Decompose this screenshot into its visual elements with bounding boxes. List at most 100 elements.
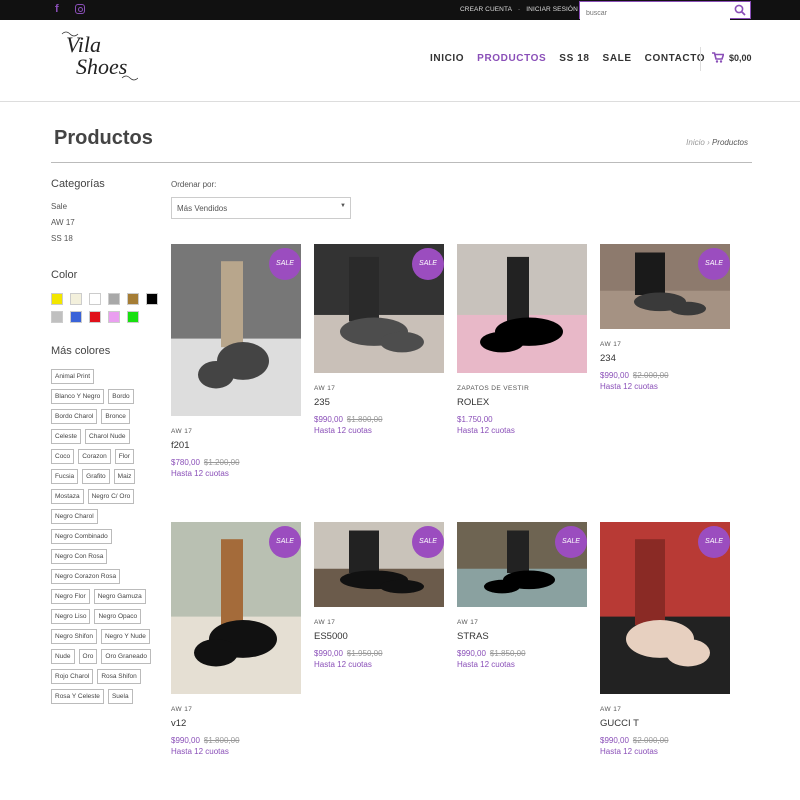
product-name[interactable]: STRAS <box>457 631 587 642</box>
login-link[interactable]: INICIAR SESIÓN <box>526 6 578 13</box>
color-tag[interactable]: Negro Con Rosa <box>51 549 108 564</box>
account-links: CREAR CUENTA - INICIAR SESIÓN <box>460 6 578 13</box>
installments: Hasta 12 cuotas <box>171 469 229 478</box>
color-swatch[interactable] <box>89 293 101 305</box>
color-tag[interactable]: Nude <box>51 649 75 664</box>
color-tag[interactable]: Coco <box>51 449 75 464</box>
color-swatch[interactable] <box>146 293 158 305</box>
product-image-wrap[interactable]: SALE <box>314 522 444 607</box>
color-tag[interactable]: Negro Shifon <box>51 629 97 644</box>
price-current: $1.750,00 <box>457 415 493 424</box>
product-name[interactable]: ROLEX <box>457 397 587 408</box>
product-image[interactable] <box>457 244 587 373</box>
color-tag[interactable]: Negro Corazon Rosa <box>51 569 121 584</box>
product-image-wrap[interactable]: SALE <box>171 522 301 694</box>
category-ss18[interactable]: SS 18 <box>51 234 161 243</box>
product-name[interactable]: 234 <box>600 353 730 364</box>
product-card[interactable]: SALE AW 17 f201 $780,00 $1.200,00 Hasta 1… <box>171 244 301 478</box>
color-swatch[interactable] <box>51 293 63 305</box>
product-card[interactable]: SALE AW 17 v12 $990,00 $1.800,00 Hasta 12… <box>171 522 301 756</box>
color-tag[interactable]: Bordo Charol <box>51 409 98 424</box>
breadcrumb-home[interactable]: Inicio <box>686 138 705 147</box>
sort-select[interactable]: Más Vendidos ▼ <box>171 197 351 219</box>
product-image-wrap[interactable]: SALE <box>314 244 444 373</box>
instagram-icon[interactable] <box>75 4 85 14</box>
product-name[interactable]: GUCCI T <box>600 718 730 729</box>
color-swatch[interactable] <box>70 311 82 323</box>
color-tag[interactable]: Oro Graneado <box>101 649 151 664</box>
product-image-wrap[interactable]: SALE <box>600 244 730 329</box>
color-tag[interactable]: Grafito <box>82 469 110 484</box>
search-input[interactable] <box>580 6 730 21</box>
color-tag[interactable]: Suela <box>107 689 133 704</box>
nav-ss18[interactable]: SS 18 <box>559 53 589 64</box>
color-tag[interactable]: Mostaza <box>51 489 84 504</box>
product-card[interactable]: ZAPATOS DE VESTIR ROLEX $1.750,00 Hasta … <box>457 244 587 435</box>
product-card[interactable]: SALE AW 17 ES5000 $990,00 $1.950,00 Hasta… <box>314 522 444 669</box>
title-divider <box>51 162 752 163</box>
color-tag[interactable]: Rojo Charol <box>51 669 94 684</box>
color-tag[interactable]: Negro Opaco <box>94 609 142 624</box>
product-card[interactable]: SALE AW 17 GUCCI T $990,00 $2.000,00 Hast… <box>600 522 730 756</box>
nav-contacto[interactable]: CONTACTO <box>645 53 706 64</box>
color-tag[interactable]: Bordo <box>108 389 134 404</box>
product-name[interactable]: v12 <box>171 718 301 729</box>
main-nav: INICIO PRODUCTOS SS 18 SALE CONTACTO <box>430 53 705 64</box>
color-tag[interactable]: Negro Combinado <box>51 529 112 544</box>
vila-shoes-logo[interactable]: Vila Shoes <box>58 26 138 82</box>
cart-button[interactable]: $0,00 <box>712 52 752 63</box>
product-card[interactable]: SALE AW 17 235 $990,00 $1.800,00 Hasta 12… <box>314 244 444 435</box>
sale-badge: SALE <box>698 526 730 558</box>
color-tag[interactable]: Negro Y Nude <box>100 629 150 644</box>
price-old: $1.850,00 <box>489 649 526 658</box>
product-name[interactable]: 235 <box>314 397 444 408</box>
sidebar: Categorías Sale AW 17 SS 18 Color Más co… <box>51 178 161 704</box>
color-tag[interactable]: Maiz <box>113 469 136 484</box>
color-tag[interactable]: Flor <box>114 449 134 464</box>
facebook-icon[interactable]: f <box>55 3 65 15</box>
color-tag[interactable]: Oro <box>78 649 98 664</box>
color-tag[interactable]: Blanco Y Negro <box>51 389 105 404</box>
product-category: ZAPATOS DE VESTIR <box>457 385 530 392</box>
color-tag[interactable]: Negro Flor <box>51 589 90 604</box>
product-card[interactable]: SALE AW 17 234 $990,00 $2.000,00 Hasta 12… <box>600 244 730 391</box>
product-price: $990,00 $2.000,00 <box>600 371 730 380</box>
color-swatch[interactable] <box>51 311 63 323</box>
nav-inicio[interactable]: INICIO <box>430 53 464 64</box>
color-tag[interactable]: Negro Liso <box>51 609 91 624</box>
price-current: $990,00 <box>600 371 629 380</box>
color-swatch[interactable] <box>89 311 101 323</box>
sort-selected: Más Vendidos <box>177 204 228 213</box>
product-name[interactable]: f201 <box>171 440 301 451</box>
color-tag[interactable]: Negro Charol <box>51 509 98 524</box>
color-tag[interactable]: Celeste <box>51 429 82 444</box>
product-card[interactable]: SALE AW 17 STRAS $990,00 $1.850,00 Hasta … <box>457 522 587 669</box>
nav-productos[interactable]: PRODUCTOS <box>477 53 546 64</box>
color-swatch[interactable] <box>108 293 120 305</box>
color-swatch[interactable] <box>108 311 120 323</box>
color-title: Color <box>51 269 78 281</box>
color-swatch[interactable] <box>127 293 139 305</box>
color-tag[interactable]: Negro C/ Oro <box>87 489 135 504</box>
color-tag[interactable]: Rosa Shifon <box>97 669 141 684</box>
color-tag[interactable]: Fucsia <box>51 469 79 484</box>
category-aw17[interactable]: AW 17 <box>51 218 161 227</box>
product-name[interactable]: ES5000 <box>314 631 444 642</box>
product-image-wrap[interactable]: SALE <box>457 522 587 607</box>
color-tag[interactable]: Charol Nude <box>85 429 130 444</box>
create-account-link[interactable]: CREAR CUENTA <box>460 6 512 13</box>
color-tag[interactable]: Corazon <box>78 449 111 464</box>
product-image-wrap[interactable]: SALE <box>600 522 730 694</box>
nav-sale[interactable]: SALE <box>603 53 632 64</box>
top-bar: f CREAR CUENTA - INICIAR SESIÓN <box>0 0 800 21</box>
color-tag[interactable]: Negro Gamuza <box>93 589 146 604</box>
product-image-wrap[interactable] <box>457 244 587 373</box>
color-tag[interactable]: Rosa Y Celeste <box>51 689 104 704</box>
search-icon[interactable] <box>734 4 746 16</box>
color-swatch[interactable] <box>70 293 82 305</box>
color-swatch[interactable] <box>127 311 139 323</box>
color-tag[interactable]: Bronce <box>101 409 130 424</box>
product-image-wrap[interactable]: SALE <box>171 244 301 416</box>
color-tag[interactable]: Animal Print <box>51 369 95 384</box>
category-sale[interactable]: Sale <box>51 202 161 211</box>
